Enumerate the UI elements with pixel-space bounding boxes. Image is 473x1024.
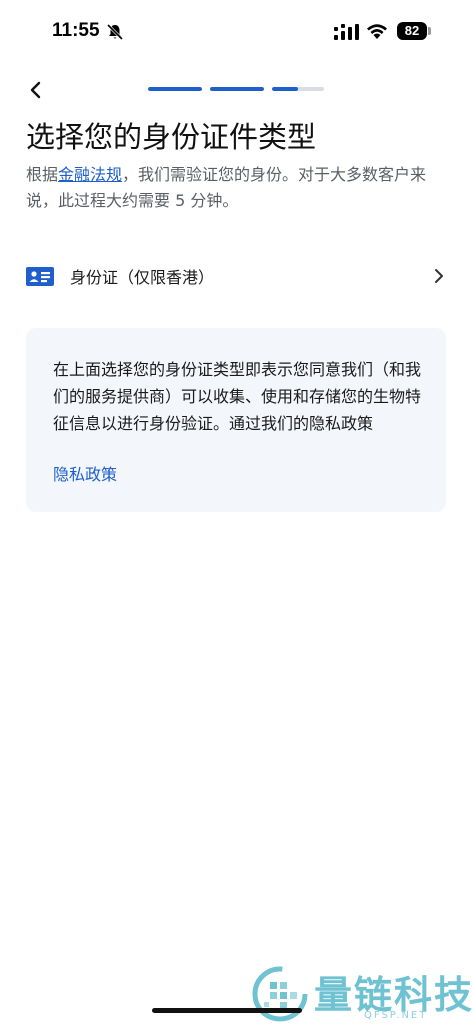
privacy-policy-link[interactable]: 隐私政策 (53, 461, 117, 485)
financial-regulations-link[interactable]: 金融法规 (58, 165, 122, 184)
status-time: 11:55 (52, 20, 100, 41)
subtitle-prefix: 根据 (26, 165, 59, 184)
status-bar: 11:55 82 (0, 0, 473, 64)
consent-text: 在上面选择您的身份证类型即表示您同意我们（和我们的服务提供商）可以收集、使用和存… (53, 360, 422, 433)
progress-step-fill (272, 87, 298, 91)
watermark-subtext: QFSP.NET (364, 1010, 428, 1021)
id-type-label: 身份证（仅限香港） (70, 268, 215, 287)
battery-indicator: 82 (397, 22, 427, 40)
home-indicator[interactable] (152, 1008, 302, 1013)
biometric-consent-notice: 在上面选择您的身份证类型即表示您同意我们（和我们的服务提供商）可以收集、使用和存… (26, 328, 446, 512)
battery-cap (428, 27, 431, 35)
progress-step-fill (148, 87, 202, 91)
bell-muted-icon (106, 23, 124, 41)
watermark: 量链科技 QFSP.NET (252, 960, 473, 1024)
progress-step-1 (148, 87, 202, 91)
back-button[interactable] (22, 76, 50, 104)
id-type-option-hk-id[interactable]: 身份证（仅限香港） (0, 250, 473, 302)
chevron-right-icon (435, 269, 443, 283)
chevron-left-icon (30, 81, 41, 99)
watermark-logo-icon (252, 966, 308, 1022)
progress-step-2 (210, 87, 264, 91)
id-card-icon (26, 267, 54, 286)
cellular-signal-icon (334, 24, 359, 40)
page-title: 选择您的身份证件类型 (26, 120, 317, 154)
page-subtitle: 根据金融法规，我们需验证您的身份。对于大多数客户来说，此过程大约需要 5 分钟。 (26, 162, 450, 214)
progress-step-fill (210, 87, 264, 91)
wifi-icon (367, 24, 387, 39)
progress-step-3 (272, 87, 324, 91)
